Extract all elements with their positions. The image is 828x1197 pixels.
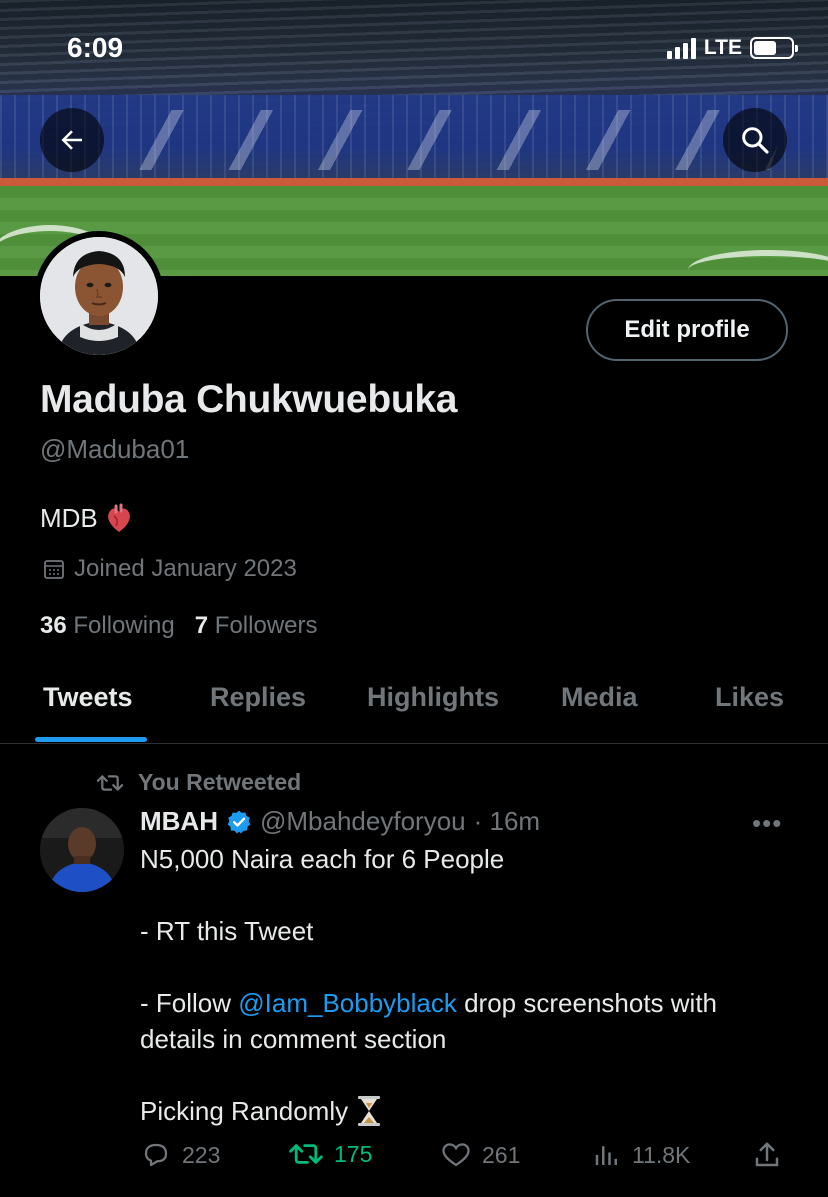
tweet-header: MBAH @Mbahdeyforyou · 16m xyxy=(140,806,540,837)
tab-replies[interactable]: Replies xyxy=(210,682,306,713)
tweet-line: - RT this Tweet xyxy=(140,916,314,946)
followers-label: Followers xyxy=(214,612,318,639)
signal-icon xyxy=(666,37,696,59)
tab-likes[interactable]: Likes xyxy=(715,682,784,713)
back-arrow-icon xyxy=(61,130,82,150)
followers-count: 7 xyxy=(194,612,209,639)
hourglass-emoji xyxy=(358,1096,381,1126)
search-icon xyxy=(742,127,769,154)
views-button[interactable]: 11.8K xyxy=(592,1140,690,1170)
tweet-author-handle[interactable]: @Mbahdeyforyou xyxy=(260,806,466,837)
tweet-author-avatar[interactable] xyxy=(40,808,124,892)
retweet-icon xyxy=(96,774,124,791)
status-indicators: LTE xyxy=(666,36,798,60)
network-label: LTE xyxy=(703,36,742,59)
author-photo xyxy=(40,808,124,892)
heart-organ-emoji xyxy=(107,503,130,532)
edit-profile-button[interactable]: Edit profile xyxy=(586,299,788,361)
like-icon xyxy=(442,1143,470,1167)
joined-text: Joined January 2023 xyxy=(74,555,297,582)
retweet-count: 175 xyxy=(334,1140,373,1167)
followers-link[interactable]: 7 Followers xyxy=(195,612,318,640)
bio-text: MDB xyxy=(40,502,98,533)
share-icon xyxy=(755,1142,779,1167)
tweet-line: - Follow @Iam_Bobbyblack drop screenshot… xyxy=(140,985,717,1021)
like-count: 261 xyxy=(482,1141,521,1168)
share-button[interactable] xyxy=(752,1140,782,1170)
like-button[interactable]: 261 xyxy=(440,1140,520,1170)
active-tab-indicator xyxy=(35,737,147,742)
tweet-mention-link[interactable]: @Iam_Bobbyblack xyxy=(238,988,457,1018)
tweet-line: N5,000 Naira each for 6 People xyxy=(140,844,505,874)
tweet-line: details in comment section xyxy=(140,1024,447,1054)
avatar xyxy=(40,237,158,355)
joined-date: Joined January 2023 xyxy=(42,555,297,583)
following-link[interactable]: 36 Following xyxy=(40,612,175,640)
reply-icon xyxy=(144,1143,168,1167)
tab-media[interactable]: Media xyxy=(561,682,638,713)
tweet-actions: 223 175 261 11.8K xyxy=(140,1140,788,1180)
follow-stats: 36 Following 7 Followers xyxy=(40,612,318,640)
retweet-context: You Retweeted xyxy=(96,769,301,796)
tweet-line-prefix: - Follow xyxy=(140,988,239,1018)
more-icon[interactable]: ••• xyxy=(752,808,782,839)
tab-highlights[interactable]: Highlights xyxy=(367,682,499,713)
tab-tweets[interactable]: Tweets xyxy=(43,682,133,713)
profile-tabs: Tweets Replies Highlights Media Likes xyxy=(0,668,828,744)
battery-icon xyxy=(750,37,798,59)
reply-button[interactable]: 223 xyxy=(140,1140,220,1170)
views-count: 11.8K xyxy=(632,1141,691,1168)
profile-handle: @Maduba01 xyxy=(40,434,190,464)
following-count: 36 xyxy=(40,612,67,639)
back-button[interactable] xyxy=(40,108,104,172)
profile-bio: MDB xyxy=(40,502,134,534)
tweet-author-name[interactable]: MBAH xyxy=(140,806,218,837)
status-time: 6:09 xyxy=(67,32,124,63)
avatar-portrait xyxy=(40,237,158,355)
profile-avatar[interactable] xyxy=(34,231,164,361)
verified-badge-icon xyxy=(227,810,251,833)
advert-board xyxy=(0,178,828,186)
views-icon xyxy=(595,1146,617,1165)
following-label: Following xyxy=(73,612,175,639)
tweet-timestamp[interactable]: · 16m xyxy=(474,806,540,837)
seat-lettering xyxy=(109,110,791,170)
calendar-icon xyxy=(44,560,64,579)
tweet-line-suffix: drop screenshots with xyxy=(456,988,718,1018)
retweet-button[interactable]: 175 xyxy=(288,1140,372,1168)
tweet-line: Picking Randomly xyxy=(140,1093,382,1129)
profile-name: Maduba Chukwuebuka xyxy=(40,378,458,421)
retweet-icon xyxy=(289,1144,323,1164)
retweet-context-text: You Retweeted xyxy=(138,769,302,795)
search-button[interactable] xyxy=(723,108,787,172)
reply-count: 223 xyxy=(182,1141,221,1168)
tweet-line-text: Picking Randomly xyxy=(140,1096,349,1126)
